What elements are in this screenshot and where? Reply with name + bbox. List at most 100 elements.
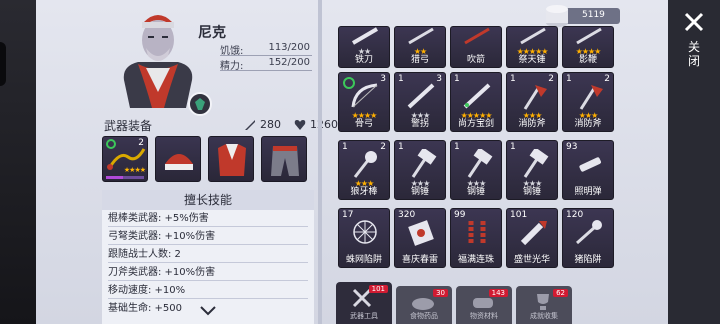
item-label: 钢锤	[410, 187, 429, 197]
equipment-title: 武器装备	[104, 119, 153, 133]
tab-materials[interactable]: 143 物资材料	[456, 286, 512, 324]
mace-icon	[353, 151, 377, 178]
item-cell[interactable]: 1 ★★★★★ 尚方宝剑	[450, 72, 502, 132]
tab-badge: 62	[553, 289, 568, 297]
hammer-icon	[520, 27, 546, 45]
equip-slot-headgear[interactable]	[155, 136, 201, 182]
item-cell[interactable]: 120 猪陷阱	[562, 208, 614, 268]
health-stat: 1260	[294, 118, 338, 131]
item-cell[interactable]: 1 ★★★ 钢锤	[394, 140, 446, 200]
equip-slot-pants[interactable]	[261, 136, 307, 182]
item-label: 消防斧	[574, 119, 602, 129]
tab-achievements[interactable]: 62 成就收集	[516, 286, 572, 324]
hat-icon	[165, 154, 193, 170]
equipment-slots: 2 ★★★★	[102, 136, 307, 182]
firecracker-box-icon	[408, 220, 434, 246]
item-label: 祭天锤	[518, 55, 546, 65]
bone-bow-icon	[351, 83, 378, 108]
item-cell[interactable]: ★★ 铁刀	[338, 26, 390, 68]
armor-icon	[218, 144, 246, 176]
tab-label: 成就收集	[530, 312, 558, 320]
tab-label: 武器工具	[350, 312, 378, 320]
close-icon	[684, 12, 704, 32]
item-cell[interactable]: 1 2 ★★★ 消防斧	[506, 72, 558, 132]
item-cell[interactable]: 1 ★★★ 钢锤	[450, 140, 502, 200]
item-label: 猪陷阱	[574, 255, 602, 265]
item-label: 铁刀	[354, 55, 373, 65]
tab-badge: 143	[488, 289, 508, 297]
divider	[318, 0, 322, 324]
hammer-icon	[467, 149, 493, 178]
skill-item: 移动速度: +10%	[108, 282, 308, 299]
gem-icon	[195, 98, 205, 110]
item-cell[interactable]: 101 盛世光华	[506, 208, 558, 268]
item-count: 1	[454, 142, 460, 152]
category-tabs: 101 武器工具 30 食物药品 143 物资材料 62 成就收集	[336, 282, 626, 324]
item-cell[interactable]: 99 福满连珠	[450, 208, 502, 268]
attack-stat: 280	[244, 118, 281, 131]
item-cell[interactable]: 3 ★★★★ 骨弓	[338, 72, 390, 132]
close-label: 关闭	[688, 40, 701, 68]
item-label: 照明弹	[574, 187, 602, 197]
camera-notch	[0, 42, 6, 86]
item-corner: 3	[436, 74, 442, 84]
item-count: 1	[398, 74, 404, 84]
item-cell[interactable]: 1 3 ★★★ 警拐	[394, 72, 446, 132]
skill-item: 刀斧类武器: +10%伤害	[108, 264, 308, 281]
firecracker-string-icon	[468, 221, 486, 245]
coin-stack-icon	[546, 5, 568, 27]
item-label: 骨弓	[354, 119, 373, 129]
item-cell[interactable]: 320 喜庆春雷	[394, 208, 446, 268]
sword-icon	[463, 83, 491, 109]
right-background: 关闭	[668, 0, 720, 324]
item-cell[interactable]: 93 照明弹	[562, 140, 614, 200]
tab-badge: 101	[368, 285, 388, 293]
fire-axe-icon	[523, 85, 547, 110]
close-button[interactable]: 关闭	[676, 8, 712, 78]
hammer-icon	[523, 149, 549, 178]
gem-button[interactable]	[188, 92, 212, 116]
character-portrait	[123, 15, 193, 108]
pig-trap-icon	[576, 220, 602, 245]
durability-bar	[106, 176, 144, 179]
tab-food-medicine[interactable]: 30 食物药品	[396, 286, 452, 324]
item-cell[interactable]: ★★ 猎弓	[394, 26, 446, 68]
item-label: 福满连珠	[457, 255, 494, 265]
item-cell[interactable]: 1 2 ★★★ 消防斧	[562, 72, 614, 132]
tab-badge: 30	[433, 289, 448, 297]
item-cell[interactable]: 17 蛛网陷阱	[338, 208, 390, 268]
item-cell[interactable]: ★★★★★ 祭天锤	[506, 26, 558, 68]
item-label: 盛世光华	[513, 255, 550, 265]
chevron-down-icon[interactable]	[198, 304, 218, 318]
item-cell[interactable]: ★★★★ 影鞭	[562, 26, 614, 68]
item-cell[interactable]: 1 2 ★★★ 狼牙棒	[338, 140, 390, 200]
item-cell[interactable]: 吹箭	[450, 26, 502, 68]
heart-icon	[294, 119, 306, 130]
sword-icon	[245, 119, 255, 130]
spider-web-icon	[353, 220, 377, 244]
tab-weapons-tools[interactable]: 101 武器工具	[336, 282, 392, 324]
item-cell[interactable]: 1 ★★★ 钢锤	[506, 140, 558, 200]
whip-icon	[576, 27, 602, 45]
hammer-icon	[411, 149, 437, 178]
left-background	[0, 0, 36, 324]
character-column: 尼克 饥饿: 113/200 精力: 152/200 武器装备 280 1260	[36, 0, 338, 324]
equip-slot-weapon[interactable]: 2 ★★★★	[102, 136, 148, 182]
item-count: 1	[566, 74, 572, 84]
equip-slot-armor[interactable]	[208, 136, 254, 182]
baton-icon	[407, 83, 435, 109]
item-count: 1	[398, 142, 404, 152]
item-label: 狼牙棒	[350, 187, 378, 197]
firework-rocket-icon	[520, 221, 547, 246]
item-label: 吹箭	[466, 55, 485, 65]
item-label: 钢锤	[466, 187, 485, 197]
item-label: 影鞭	[578, 55, 597, 65]
item-corner: 3	[380, 74, 386, 84]
health-value: 1260	[310, 118, 338, 131]
item-label: 警拐	[410, 119, 429, 129]
character-name: 尼克	[198, 25, 226, 41]
item-count: 1	[510, 74, 516, 84]
item-label: 喜庆春雷	[401, 255, 438, 265]
item-label: 钢锤	[522, 187, 541, 197]
skills-title: 擅长技能	[102, 190, 314, 210]
